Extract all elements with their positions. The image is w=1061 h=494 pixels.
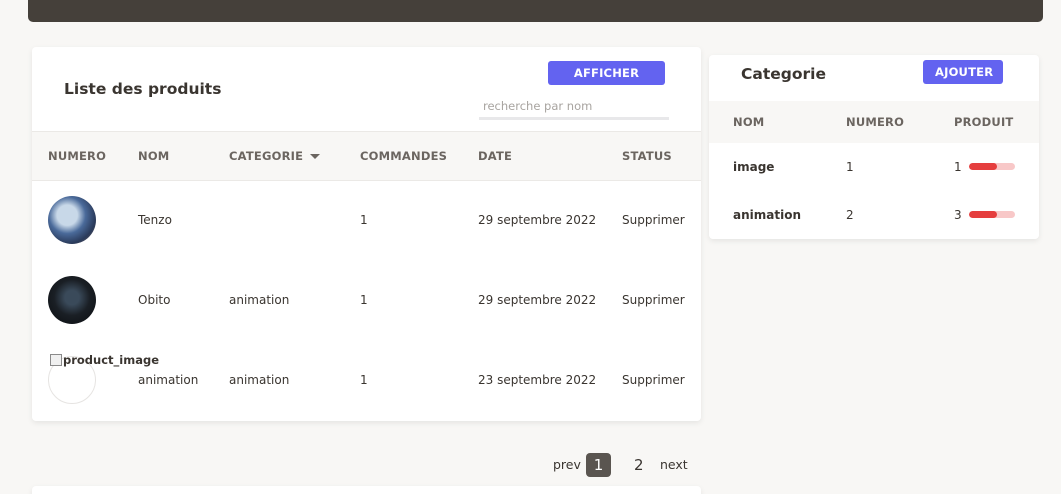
col-categorie-label: CATEGORIE [229, 149, 304, 163]
broken-image-icon [50, 354, 62, 366]
col-nom[interactable]: NOM [138, 132, 169, 180]
category-name: animation [733, 208, 801, 222]
product-name: animation [138, 373, 199, 387]
products-title: Liste des produits [64, 80, 222, 98]
delete-link[interactable]: Supprimer [622, 180, 685, 260]
table-row: Obito animation 1 29 septembre 2022 Supp… [32, 260, 701, 340]
col-categorie[interactable]: CATEGORIE [229, 132, 321, 180]
products-table-header: NUMERO NOM CATEGORIE COMMANDES DATE STAT… [32, 131, 701, 181]
product-image [48, 196, 96, 244]
top-navbar [28, 0, 1043, 22]
col-produit: PRODUIT [954, 115, 1014, 129]
product-name: Tenzo [138, 213, 172, 227]
sort-caret-down-icon[interactable] [310, 154, 321, 159]
product-date: 23 septembre 2022 [478, 373, 597, 387]
col-nom: NOM [733, 115, 765, 129]
add-category-button[interactable]: AJOUTER [923, 60, 1003, 84]
category-row: animation 2 3 [709, 191, 1039, 239]
col-commandes[interactable]: COMMANDES [360, 132, 447, 180]
product-image: product_image [48, 353, 159, 404]
search-input[interactable] [479, 94, 669, 120]
prev-page-link[interactable]: prev [553, 453, 581, 477]
page-2-button[interactable]: 2 [634, 453, 644, 477]
category-number: 2 [846, 208, 854, 222]
categories-title: Categorie [741, 65, 826, 83]
page-1-button[interactable]: 1 [586, 453, 611, 477]
col-numero: NUMERO [846, 115, 905, 129]
col-numero[interactable]: NUMERO [48, 132, 106, 180]
product-orders: 1 [360, 293, 368, 307]
progress-fill [969, 163, 997, 170]
category-name: image [733, 160, 775, 174]
product-image [48, 276, 96, 324]
table-row: product_image animation animation 1 23 s… [32, 340, 701, 420]
categories-card: Categorie AJOUTER NOM NUMERO PRODUIT ima… [709, 55, 1039, 239]
product-orders: 1 [360, 373, 368, 387]
category-row: image 1 1 [709, 143, 1039, 191]
category-product-count: 3 [954, 208, 962, 222]
category-progress-bar [969, 163, 1015, 170]
product-date: 29 septembre 2022 [478, 293, 597, 307]
progress-fill [969, 211, 997, 218]
delete-link[interactable]: Supprimer [622, 340, 685, 420]
category-progress-bar [969, 211, 1015, 218]
next-page-link[interactable]: next [660, 453, 688, 477]
product-orders: 1 [360, 213, 368, 227]
product-category: animation [229, 293, 290, 307]
products-card: Liste des produits AFFICHER TOUS NUMERO … [32, 47, 701, 421]
delete-link[interactable]: Supprimer [622, 260, 685, 340]
table-row: Tenzo 1 29 septembre 2022 Supprimer [32, 180, 701, 260]
col-status[interactable]: STATUS [622, 132, 672, 180]
product-date: 29 septembre 2022 [478, 213, 597, 227]
category-number: 1 [846, 160, 854, 174]
product-category: animation [229, 373, 290, 387]
product-name: Obito [138, 293, 171, 307]
col-date[interactable]: DATE [478, 132, 512, 180]
category-product-count: 1 [954, 160, 962, 174]
categories-table-header: NOM NUMERO PRODUIT [709, 101, 1039, 143]
secondary-card [32, 486, 701, 494]
show-all-button[interactable]: AFFICHER TOUS [548, 61, 665, 104]
